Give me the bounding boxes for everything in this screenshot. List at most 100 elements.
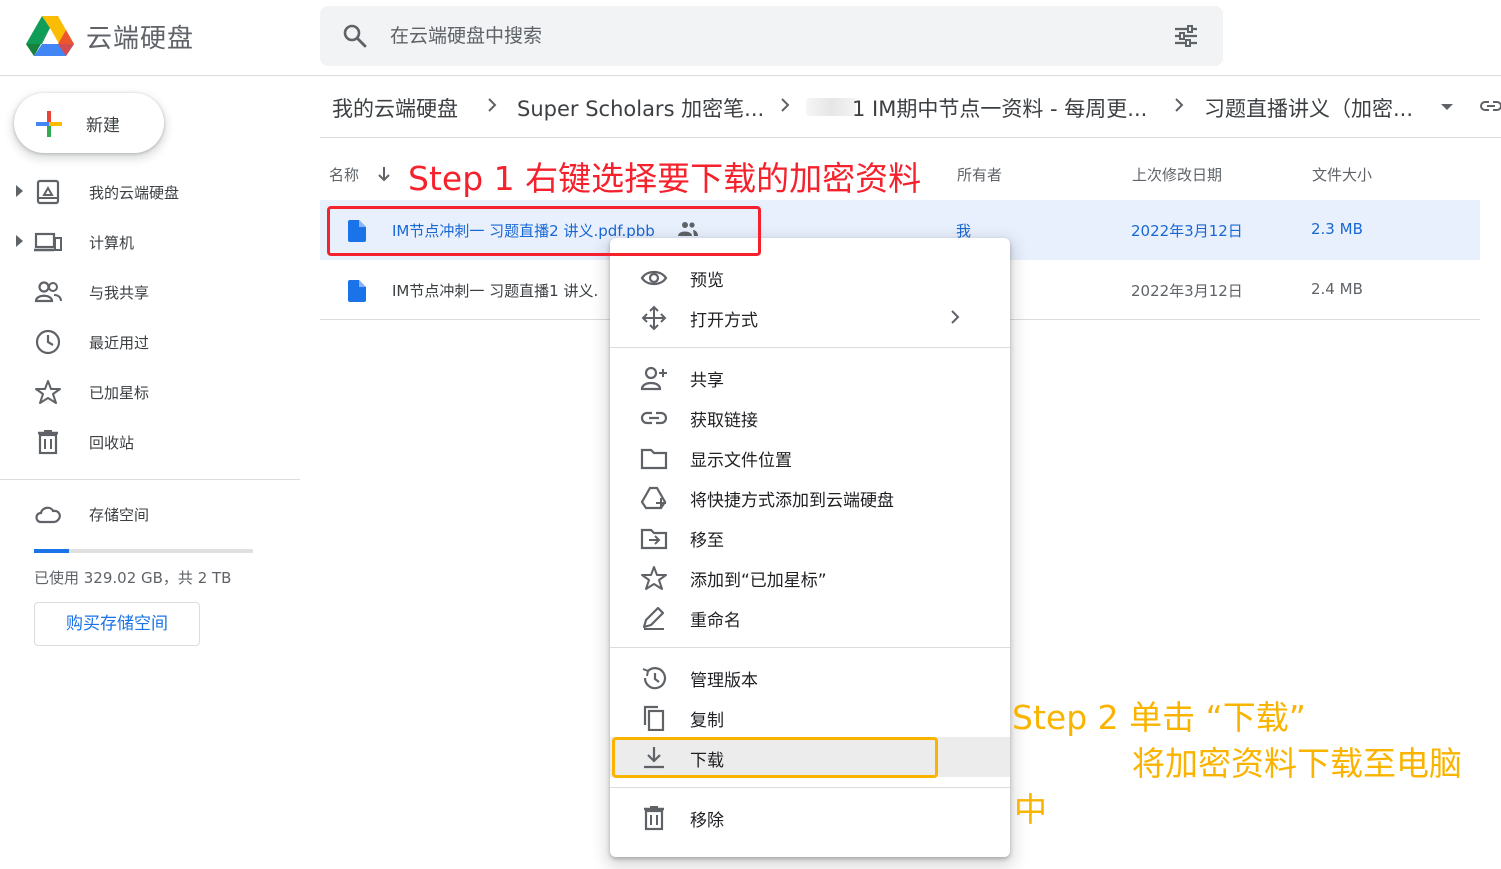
search-icon[interactable]	[342, 23, 368, 49]
file-modified-date: 2022年3月12日	[1131, 282, 1243, 300]
add-to-drive-icon	[640, 486, 667, 510]
expand-caret-icon[interactable]	[16, 235, 23, 247]
drive-logo-icon[interactable]	[26, 14, 74, 58]
sidebar-item-storage[interactable]: 存储空间	[0, 494, 300, 534]
menu-item-remove[interactable]: 移除	[610, 797, 1010, 837]
column-header-modified[interactable]: 上次修改日期	[1132, 164, 1222, 185]
column-header-size: 文件大小	[1312, 166, 1373, 184]
expand-caret-icon[interactable]	[16, 185, 23, 197]
sidebar-item-label: 回收站	[89, 434, 135, 452]
pencil-icon	[642, 606, 665, 630]
storage-progress-bar	[34, 549, 253, 553]
shared-people-icon	[34, 281, 62, 303]
menu-item-label: 移除	[690, 811, 724, 831]
sidebar-item-shared-with-me[interactable]: 与我共享	[0, 272, 300, 312]
cloud-icon	[35, 506, 61, 524]
menu-item-label: 移至	[690, 531, 724, 551]
clock-icon	[35, 329, 61, 355]
menu-item-preview[interactable]: 预览	[610, 257, 1010, 297]
file-modified-date: 2022年3月12日	[1131, 222, 1243, 240]
step2-annotation-line2: 将加密资料下载至电脑	[1132, 744, 1462, 783]
star-icon	[35, 380, 61, 404]
menu-item-open-with[interactable]: 打开方式	[610, 297, 1010, 337]
search-bar[interactable]	[320, 6, 1223, 66]
app-title: 云端硬盘	[86, 24, 195, 54]
search-options-icon[interactable]	[1173, 23, 1199, 49]
trash-icon	[38, 430, 58, 455]
breadcrumb-item-im-materials[interactable]: 1 IM期中节点一资料 - 每周更...	[852, 93, 1147, 123]
menu-item-label: 显示文件位置	[690, 451, 792, 471]
computer-icon	[34, 232, 62, 252]
sidebar-item-starred[interactable]: 已加星标	[0, 372, 300, 412]
chevron-right-icon	[1175, 98, 1184, 112]
chevron-right-icon	[488, 98, 497, 112]
menu-item-rename[interactable]: 重命名	[610, 597, 1010, 637]
sidebar-item-label: 最近用过	[89, 334, 150, 352]
sidebar-divider	[0, 479, 300, 480]
file-size: 2.3 MB	[1311, 220, 1363, 238]
menu-item-manage-versions[interactable]: 管理版本	[610, 657, 1010, 697]
menu-divider	[610, 787, 1010, 788]
buy-storage-button[interactable]: 购买存储空间	[34, 602, 200, 646]
eye-icon	[640, 270, 668, 286]
menu-item-share[interactable]: 共享	[610, 357, 1010, 397]
plus-icon	[36, 111, 62, 137]
breadcrumb-divider	[320, 137, 1501, 138]
menu-item-label: 重命名	[690, 611, 741, 631]
step1-annotation: Step 1 右键选择要下载的加密资料	[408, 159, 922, 198]
history-icon	[642, 667, 667, 690]
menu-item-show-location[interactable]: 显示文件位置	[610, 437, 1010, 477]
menu-divider	[610, 647, 1010, 648]
menu-item-move-to[interactable]: 移至	[610, 517, 1010, 557]
sidebar-item-computers[interactable]: 计算机	[0, 222, 300, 262]
step2-annotation-line1: Step 2 单击 “下载”	[1012, 698, 1306, 737]
step2-annotation-line3: 中	[1014, 790, 1047, 829]
menu-item-get-link[interactable]: 获取链接	[610, 397, 1010, 437]
menu-item-label: 预览	[690, 271, 724, 291]
new-button[interactable]: 新建	[14, 93, 164, 153]
star-icon	[641, 566, 667, 590]
menu-item-label: 共享	[690, 371, 724, 391]
column-header-name[interactable]: 名称	[329, 164, 359, 185]
folder-dropdown-icon[interactable]	[1441, 104, 1453, 110]
sidebar-item-label: 我的云端硬盘	[89, 184, 180, 202]
trash-icon	[644, 806, 664, 831]
sort-arrow-down-icon[interactable]	[376, 165, 392, 183]
file-size: 2.4 MB	[1311, 280, 1363, 298]
breadcrumb-item-current-folder[interactable]: 习题直播讲义（加密...	[1204, 93, 1413, 123]
menu-item-copy[interactable]: 复制	[610, 697, 1010, 737]
sidebar-item-my-drive[interactable]: 我的云端硬盘	[0, 172, 300, 212]
menu-item-label: 打开方式	[690, 311, 758, 331]
sidebar-item-label: 与我共享	[89, 284, 150, 302]
sidebar-item-label: 已加星标	[89, 384, 150, 402]
storage-usage-text: 已使用 329.02 GB，共 2 TB	[34, 569, 232, 587]
sidebar-item-recent[interactable]: 最近用过	[0, 322, 300, 362]
file-name[interactable]: IM节点冲刺一 习题直播1 讲义.	[392, 280, 598, 301]
move-arrows-icon	[641, 305, 667, 331]
breadcrumb-item-my-drive[interactable]: 我的云端硬盘	[332, 93, 458, 123]
breadcrumb-item-super-scholars[interactable]: Super Scholars 加密笔...	[517, 93, 764, 123]
storage-progress-fill	[34, 549, 70, 553]
sidebar-item-label: 计算机	[89, 234, 135, 252]
step2-highlight-box	[612, 737, 938, 778]
column-header-owner: 所有者	[957, 166, 1003, 184]
sidebar-item-label: 存储空间	[89, 506, 150, 524]
redacted-text	[806, 98, 856, 116]
menu-item-add-star[interactable]: 添加到“已加星标”	[610, 557, 1010, 597]
top-bar: 云端硬盘	[0, 0, 1501, 76]
copy-icon	[643, 705, 665, 731]
menu-divider	[610, 347, 1010, 348]
menu-item-add-shortcut[interactable]: 将快捷方式添加到云端硬盘	[610, 477, 1010, 517]
chevron-right-icon	[781, 98, 790, 112]
menu-item-label: 添加到“已加星标”	[690, 571, 827, 591]
menu-item-label: 复制	[690, 711, 724, 731]
chevron-right-icon	[951, 310, 960, 324]
sidebar-item-trash[interactable]: 回收站	[0, 422, 300, 462]
step1-highlight-box	[327, 206, 761, 256]
new-button-label: 新建	[86, 116, 120, 136]
add-person-icon	[640, 366, 667, 391]
document-icon	[348, 280, 366, 302]
folder-icon	[640, 448, 668, 470]
search-input[interactable]	[390, 20, 1150, 52]
link-icon[interactable]	[1480, 99, 1501, 113]
